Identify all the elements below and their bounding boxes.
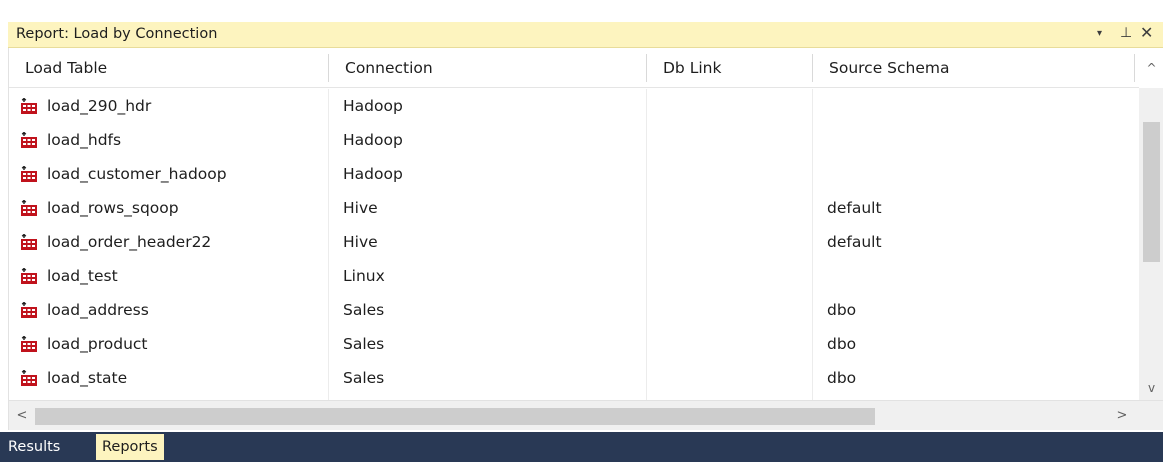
load-table-icon	[21, 370, 37, 386]
connection-cell: Hadoop	[329, 157, 647, 191]
connection-cell: Hadoop	[329, 123, 647, 157]
table-row[interactable]: load_state Sales dbo	[9, 361, 1135, 395]
source-schema-cell: dbo	[827, 301, 857, 319]
report-panel: Report: Load by Connection ▾ ⊥ ✕ Load Ta…	[0, 0, 1163, 462]
load-table-cell: load_290_hdr	[9, 89, 329, 123]
load-table-icon	[21, 268, 37, 284]
load-table-cell: load_address	[9, 293, 329, 327]
db-link-cell	[647, 361, 813, 395]
table-row[interactable]: load_test Linux	[9, 259, 1135, 293]
connection-cell: Sales	[329, 361, 647, 395]
load-table-icon	[21, 98, 37, 114]
column-header-connection[interactable]: Connection	[329, 54, 647, 82]
horizontal-scroll-thumb[interactable]	[35, 408, 875, 425]
table-row[interactable]: load_address Sales dbo	[9, 293, 1135, 327]
connection-cell: Linux	[329, 259, 647, 293]
scroll-right-icon[interactable]: >	[1109, 401, 1135, 430]
load-table-cell: load_hdfs	[9, 123, 329, 157]
column-header-load-table[interactable]: Load Table	[9, 54, 329, 82]
pin-icon[interactable]: ⊥	[1120, 25, 1132, 41]
connection-cell: Sales	[329, 327, 647, 361]
source-schema-cell: default	[827, 233, 882, 251]
load-table-cell: load_rows_sqoop	[9, 191, 329, 225]
source-schema-cell	[813, 89, 1135, 123]
grid-header: Load Table Connection Db Link Source Sch…	[9, 48, 1163, 88]
load-table-name: load_product	[47, 335, 148, 353]
table-row[interactable]: load_rows_sqoop Hive default	[9, 191, 1135, 225]
load-table-cell: load_product	[9, 327, 329, 361]
load-table-icon	[21, 200, 37, 216]
panel-title: Report: Load by Connection	[16, 26, 218, 42]
connection-cell: Sales	[329, 293, 647, 327]
load-table-icon	[21, 336, 37, 352]
horizontal-scrollbar[interactable]: < >	[9, 400, 1163, 430]
source-schema-cell	[813, 259, 1135, 293]
panel-title-bar: Report: Load by Connection ▾ ⊥ ✕	[8, 22, 1163, 48]
vertical-scrollbar[interactable]: ^ v	[1139, 48, 1163, 400]
scroll-down-icon[interactable]: v	[1139, 376, 1163, 400]
scroll-up-icon[interactable]: ^	[1139, 48, 1163, 88]
table-row[interactable]: load_order_header22 Hive default	[9, 225, 1135, 259]
db-link-cell	[647, 191, 813, 225]
load-table-icon	[21, 166, 37, 182]
db-link-cell	[647, 123, 813, 157]
connection-cell: Hadoop	[329, 89, 647, 123]
source-schema-cell: dbo	[827, 369, 857, 387]
load-table-name: load_290_hdr	[47, 97, 152, 115]
connection-cell: Hive	[329, 225, 647, 259]
table-row[interactable]: load_290_hdr Hadoop	[9, 89, 1135, 123]
column-header-db-link[interactable]: Db Link	[647, 54, 813, 82]
table-row[interactable]: load_product Sales dbo	[9, 327, 1135, 361]
scroll-left-icon[interactable]: <	[9, 401, 35, 430]
load-table-name: load_rows_sqoop	[47, 199, 179, 217]
load-table-name: load_order_header22	[47, 233, 212, 251]
load-table-name: load_address	[47, 301, 149, 319]
dropdown-icon[interactable]: ▾	[1097, 28, 1102, 39]
connection-cell: Hive	[329, 191, 647, 225]
load-table-icon	[21, 132, 37, 148]
db-link-cell	[647, 293, 813, 327]
tab-reports[interactable]: Reports	[96, 434, 164, 460]
load-table-cell: load_customer_hadoop	[9, 157, 329, 191]
load-table-icon	[21, 234, 37, 250]
load-table-cell: load_state	[9, 361, 329, 395]
db-link-cell	[647, 225, 813, 259]
table-row[interactable]: load_hdfs Hadoop	[9, 123, 1135, 157]
load-table-cell: load_order_header22	[9, 225, 329, 259]
report-grid: Load Table Connection Db Link Source Sch…	[8, 48, 1163, 430]
load-table-name: load_customer_hadoop	[47, 165, 227, 183]
source-schema-cell	[813, 157, 1135, 191]
db-link-cell	[647, 327, 813, 361]
db-link-cell	[647, 89, 813, 123]
load-table-icon	[21, 302, 37, 318]
load-table-name: load_state	[47, 369, 128, 387]
load-table-name: load_hdfs	[47, 131, 122, 149]
source-schema-cell	[813, 123, 1135, 157]
load-table-cell: load_test	[9, 259, 329, 293]
tab-results[interactable]: Results	[2, 434, 66, 460]
column-header-source-schema[interactable]: Source Schema	[813, 54, 1135, 82]
table-row[interactable]: load_customer_hadoop Hadoop	[9, 157, 1135, 191]
close-icon[interactable]: ✕	[1140, 23, 1153, 42]
vertical-scroll-thumb[interactable]	[1143, 122, 1160, 262]
source-schema-cell: default	[827, 199, 882, 217]
bottom-tab-strip: Results Reports	[0, 432, 1163, 462]
db-link-cell	[647, 157, 813, 191]
source-schema-cell: dbo	[827, 335, 857, 353]
db-link-cell	[647, 259, 813, 293]
load-table-name: load_test	[47, 267, 118, 285]
